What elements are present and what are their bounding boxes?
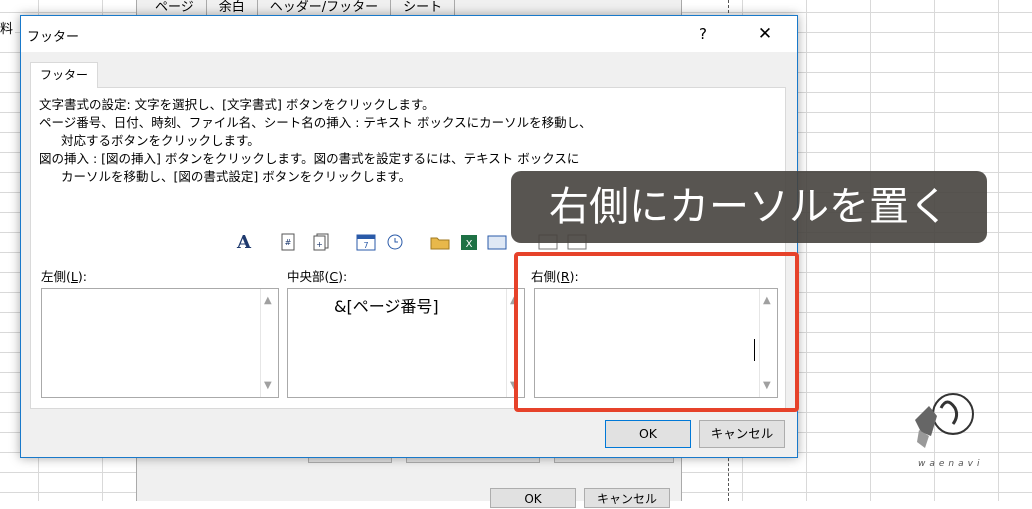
excel-file-icon: X (461, 235, 477, 250)
format-text-button[interactable]: A (232, 230, 256, 254)
sheet-icon (487, 235, 507, 250)
svg-text:#: # (285, 238, 292, 247)
page-number-icon: # (281, 233, 295, 251)
cancel-button[interactable]: キャンセル (699, 420, 785, 448)
left-scrollbar[interactable]: ▲ ▼ (260, 289, 278, 397)
logo-text: waenavi (918, 459, 984, 469)
folder-icon (430, 237, 450, 250)
svg-text:7: 7 (363, 241, 368, 250)
calendar-icon: 7 (356, 234, 376, 251)
format-text-icon: A (237, 231, 251, 253)
scroll-up-icon[interactable]: ▲ (264, 295, 272, 306)
clock-icon (387, 234, 403, 250)
page-setup-cancel-button[interactable]: キャンセル (584, 488, 670, 508)
ok-button[interactable]: OK (605, 420, 691, 448)
insert-time-button[interactable] (383, 230, 407, 254)
instruction-line: 文字書式の設定: 文字を選択し、[文字書式] ボタンをクリックします。 (39, 97, 435, 112)
center-section-value: &[ページ番号] (334, 297, 439, 316)
scroll-down-icon[interactable]: ▼ (264, 380, 272, 391)
insert-file-name-button[interactable]: X (457, 230, 481, 254)
tab-footer[interactable]: フッター (30, 62, 98, 88)
left-section-textbox[interactable]: ▲ ▼ (41, 288, 279, 398)
help-button[interactable]: ? (689, 22, 717, 46)
instruction-line: ページ番号、日付、時刻、ファイル名、シート名の挿入 : テキスト ボックスにカー… (39, 115, 592, 130)
insert-date-button[interactable]: 7 (354, 230, 378, 254)
annotation-callout: 右側にカーソルを置く (511, 171, 987, 243)
number-of-pages-icon: + (313, 233, 329, 251)
insert-number-of-pages-button[interactable]: + (309, 230, 333, 254)
insert-sheet-name-button[interactable] (485, 230, 509, 254)
cell-text: 料 (0, 18, 16, 37)
svg-text:+: + (316, 240, 323, 249)
instruction-line: 対応するボタンをクリックします。 (61, 133, 260, 148)
close-button[interactable]: ✕ (747, 22, 783, 46)
insert-page-number-button[interactable]: # (276, 230, 300, 254)
left-section-label: 左側(L): (41, 269, 87, 284)
waenavi-logo (915, 393, 974, 448)
instructions: 文字書式の設定: 文字を選択し、[文字書式] ボタンをクリックします。 ページ番… (39, 96, 592, 186)
annotation-highlight (514, 252, 799, 412)
page-setup-ok-button[interactable]: OK (490, 488, 576, 508)
instruction-line: カーソルを移動し、[図の書式設定] ボタンをクリックします。 (61, 169, 411, 184)
insert-file-path-button[interactable] (428, 230, 452, 254)
dialog-title: フッター (27, 30, 80, 45)
title-bar: フッター ? ✕ (21, 16, 797, 52)
page-setup-buttons: OK キャンセル (490, 488, 670, 508)
instruction-line: 図の挿入 : [図の挿入] ボタンをクリックします。図の書式を設定するには、テキ… (39, 151, 580, 166)
center-section-label: 中央部(C): (287, 269, 348, 284)
center-section-textbox[interactable]: &[ページ番号] ▲ ▼ (287, 288, 525, 398)
svg-text:X: X (466, 239, 473, 250)
